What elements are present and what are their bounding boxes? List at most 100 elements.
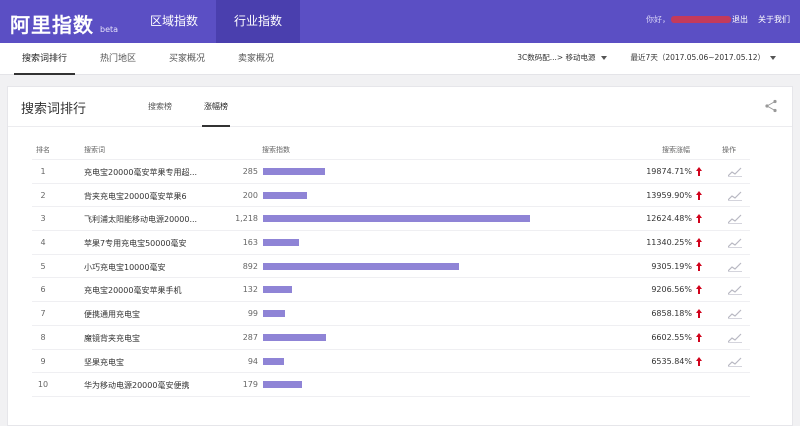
row-growth: 13959.90%	[646, 190, 692, 200]
row-search-index: 285	[242, 167, 258, 176]
row-growth: 9305.19%	[651, 261, 692, 271]
chevron-down-icon	[600, 55, 607, 60]
search-index-bar	[263, 262, 459, 270]
row-growth: 6858.18%	[651, 309, 692, 319]
search-index-bar	[263, 239, 299, 247]
tab-search-list[interactable]: 搜索榜	[146, 87, 174, 127]
search-index-bar	[263, 286, 292, 294]
row-keyword[interactable]: 华为移动电源20000毫安便携	[84, 380, 214, 391]
row-rank: 2	[40, 190, 46, 200]
row-rank: 9	[40, 356, 46, 366]
sub-nav: 搜索词排行 热门地区 买家概况 卖家概况 3C数码配...> 移动电源 最近7天…	[0, 43, 800, 75]
row-rank: 3	[40, 214, 46, 224]
table-row[interactable]: 5 小巧充电宝10000毫安 892 9305.19%	[32, 255, 750, 279]
search-index-bar	[263, 381, 302, 389]
row-search-index: 287	[242, 332, 258, 342]
row-search-index: 163	[242, 238, 258, 248]
row-rank: 1	[40, 167, 46, 176]
row-growth: 6602.55%	[651, 332, 692, 342]
table-row[interactable]: 10 华为移动电源20000毫安便携 179	[32, 373, 750, 397]
row-rank: 10	[37, 380, 49, 390]
row-rank: 8	[40, 332, 46, 342]
search-index-bar	[263, 310, 285, 318]
brand-beta-badge: beta	[100, 25, 119, 34]
trend-chart-icon[interactable]	[728, 309, 742, 320]
row-keyword[interactable]: 飞利浦太阳能移动电源20000...	[84, 214, 214, 225]
table-row[interactable]: 3 飞利浦太阳能移动电源20000... 1,218 12624.48%	[32, 207, 750, 232]
row-rank: 4	[40, 238, 46, 248]
about-us-link[interactable]: 关于我们	[758, 14, 790, 25]
trend-chart-icon[interactable]	[728, 214, 742, 225]
greeting-text: 你好，	[646, 15, 670, 24]
subtab-keyword-ranking[interactable]: 搜索词排行	[14, 43, 76, 75]
trend-chart-icon[interactable]	[728, 285, 742, 296]
row-growth: 9206.56%	[651, 285, 692, 295]
chevron-down-icon	[770, 55, 776, 60]
date-range-value: 最近7天（2017.05.06~2017.05.12）	[630, 53, 765, 62]
row-keyword[interactable]: 坚果充电宝	[84, 357, 214, 368]
column-header-action: 操作	[722, 146, 736, 154]
table-row[interactable]: 1 充电宝20000毫安苹果专用超... 285 19874.71%	[32, 160, 750, 184]
row-keyword[interactable]: 充电宝20000毫安苹果专用超...	[84, 167, 214, 178]
subtab-hot-regions[interactable]: 热门地区	[92, 43, 144, 75]
row-keyword[interactable]: 魔镜背夹充电宝	[84, 333, 214, 344]
row-keyword[interactable]: 充电宝20000毫安苹果手机	[84, 285, 214, 296]
row-search-index: 179	[242, 380, 258, 390]
tab-growth-list[interactable]: 涨幅榜	[202, 87, 230, 127]
filters: 3C数码配...> 移动电源 最近7天（2017.05.06~2017.05.1…	[493, 52, 776, 63]
category-dropdown-value: 3C数码配...> 移动电源	[517, 53, 596, 62]
nav-tab-region-index[interactable]: 区域指数	[132, 0, 216, 43]
up-arrow-icon	[696, 214, 702, 224]
trend-chart-icon[interactable]	[728, 191, 742, 201]
table-row[interactable]: 4 苹果7专用充电宝50000毫安 163 11340.25%	[32, 231, 750, 255]
table-row[interactable]: 6 充电宝20000毫安苹果手机 132 9206.56%	[32, 278, 750, 303]
brand-logo[interactable]: 阿里指数 beta	[10, 9, 118, 38]
row-search-index: 1,218	[235, 214, 258, 224]
trend-chart-icon[interactable]	[728, 167, 742, 177]
table-row[interactable]: 2 背夹充电宝20000毫安苹果6 200 13959.90%	[32, 184, 750, 208]
search-index-bar	[263, 357, 284, 365]
table-row[interactable]: 9 坚果充电宝 94 6535.84%	[32, 350, 750, 374]
trend-chart-icon[interactable]	[728, 357, 742, 367]
subtab-buyer-overview[interactable]: 买家概况	[161, 43, 213, 75]
brand-title: 阿里指数	[10, 13, 94, 37]
row-keyword[interactable]: 小巧充电宝10000毫安	[84, 262, 214, 273]
up-arrow-icon	[696, 261, 702, 271]
ranking-table: 排名 搜索词 搜索指数 搜索涨幅 操作 1 充电宝20000毫安苹果专用超...…	[32, 139, 750, 397]
share-icon[interactable]	[764, 99, 778, 113]
row-keyword[interactable]: 便携通用充电宝	[84, 309, 214, 320]
category-dropdown[interactable]: 3C数码配...> 移动电源	[517, 52, 607, 63]
column-header-rank: 排名	[36, 146, 50, 154]
table-row[interactable]: 8 魔镜背夹充电宝 287 6602.55%	[32, 326, 750, 350]
up-arrow-icon	[696, 356, 702, 366]
table-body: 1 充电宝20000毫安苹果专用超... 285 19874.71% 2 背夹充…	[32, 160, 750, 397]
row-search-index: 94	[247, 356, 258, 366]
column-header-search-index: 搜索指数	[262, 146, 290, 154]
row-keyword[interactable]: 背夹充电宝20000毫安苹果6	[84, 191, 214, 202]
keyword-ranking-card: 搜索词排行 搜索榜 涨幅榜 排名 搜索词 搜索指数 搜索涨幅 操作 1 充电宝2…	[7, 86, 793, 426]
sub-tabs: 搜索词排行 热门地区 买家概况 卖家概况	[14, 43, 299, 75]
table-header: 排名 搜索词 搜索指数 搜索涨幅 操作	[32, 139, 750, 160]
date-range-dropdown[interactable]: 最近7天（2017.05.06~2017.05.12）	[631, 52, 776, 63]
trend-chart-icon[interactable]	[728, 333, 742, 343]
trend-chart-icon[interactable]	[728, 238, 742, 249]
up-arrow-icon	[696, 167, 702, 176]
row-search-index: 99	[247, 309, 258, 319]
logout-link[interactable]: 退出	[732, 14, 748, 25]
row-search-index: 132	[242, 285, 258, 295]
nav-tab-industry-index[interactable]: 行业指数	[216, 0, 301, 43]
up-arrow-icon	[696, 285, 702, 295]
subtab-seller-overview[interactable]: 卖家概况	[230, 43, 282, 75]
row-growth: 12624.48%	[646, 214, 692, 224]
row-growth: 6535.84%	[651, 356, 692, 366]
table-row[interactable]: 7 便携通用充电宝 99 6858.18%	[32, 302, 750, 326]
card-tabs: 搜索榜 涨幅榜	[146, 87, 258, 127]
column-header-growth: 搜索涨幅	[662, 146, 690, 154]
search-index-bar	[263, 191, 307, 199]
row-search-index: 200	[242, 190, 258, 200]
trend-chart-icon[interactable]	[728, 262, 742, 272]
search-index-bar	[263, 168, 325, 175]
row-keyword[interactable]: 苹果7专用充电宝50000毫安	[84, 238, 214, 249]
row-growth: 11340.25%	[646, 238, 692, 248]
up-arrow-icon	[696, 190, 702, 200]
